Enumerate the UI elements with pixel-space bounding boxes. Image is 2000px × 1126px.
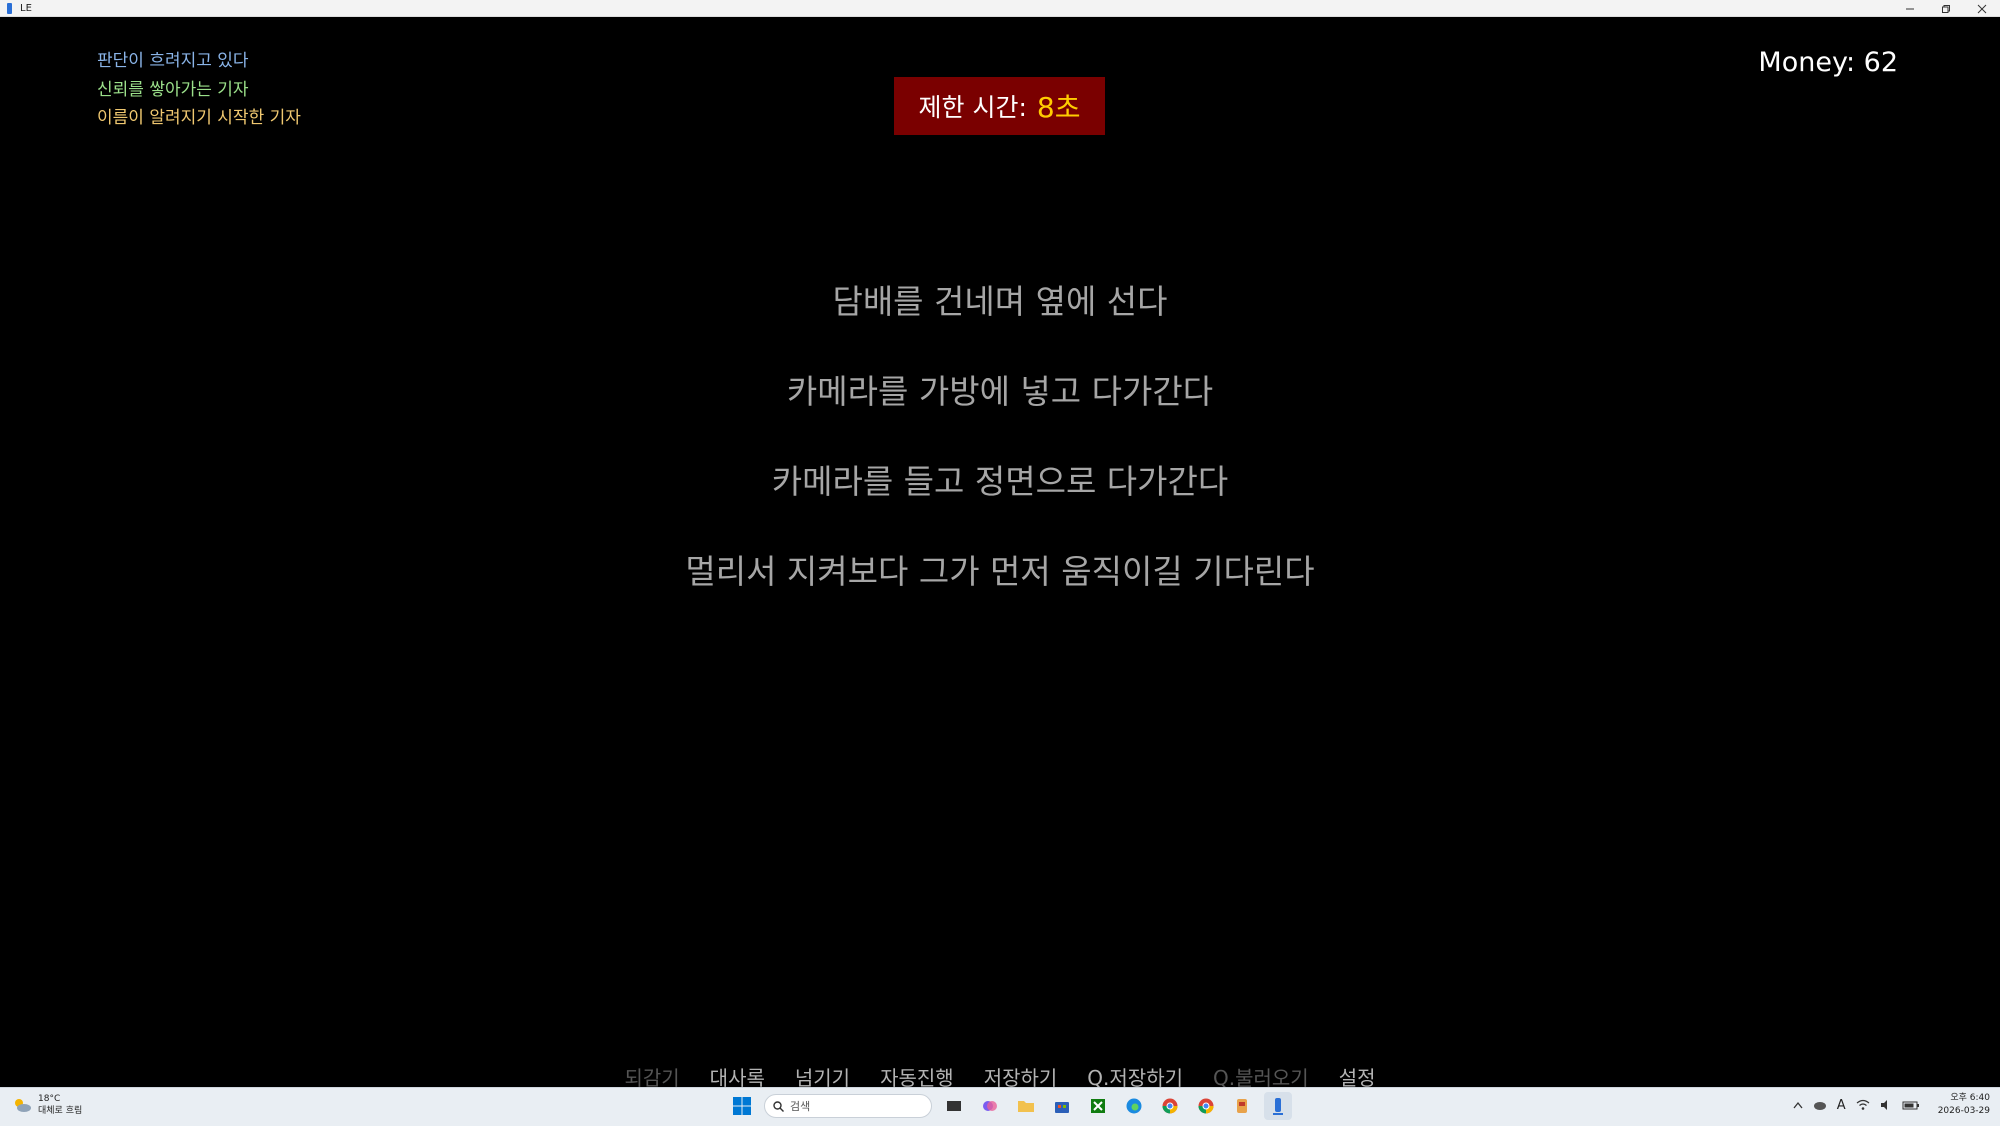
taskbar: 18°C 대체로 흐림 검색 A 오후 6:40 2026-03-29: [0, 1087, 2000, 1126]
game-screen: 판단이 흐려지고 있다신뢰를 쌓아가는 기자이름이 알려지기 시작한 기자 Mo…: [0, 17, 2000, 1090]
status-line: 판단이 흐려지고 있다: [97, 51, 249, 71]
volume-icon[interactable]: [1880, 1099, 1892, 1111]
money-counter: Money: 62: [1758, 47, 1898, 78]
chrome-icon: [1198, 1098, 1214, 1114]
app-icon: [5, 2, 15, 14]
file-explorer-button[interactable]: [1012, 1092, 1040, 1120]
choice-camera-in-bag[interactable]: 카메라를 가방에 넣고 다가간다: [787, 347, 1213, 437]
restore-icon: [1942, 4, 1950, 13]
time-limit-value: 8초: [1036, 91, 1081, 124]
time-limit-label: 제한 시간:: [918, 93, 1027, 122]
copilot-button[interactable]: [976, 1092, 1004, 1120]
taskbar-apps: 검색: [728, 1092, 1292, 1120]
chrome-button[interactable]: [1156, 1092, 1184, 1120]
weather-temp: 18°C: [38, 1094, 61, 1104]
clock-time: 오후 6:40: [1950, 1093, 1990, 1103]
restore-button[interactable]: [1928, 0, 1964, 17]
copilot-icon: [983, 1101, 997, 1111]
store-button[interactable]: [1048, 1092, 1076, 1120]
taskbar-search[interactable]: 검색: [764, 1094, 932, 1118]
search-icon: [773, 1100, 784, 1112]
windows-logo-icon: [733, 1097, 751, 1115]
game-app-button[interactable]: [1264, 1092, 1292, 1120]
time-limit-box: 제한 시간: 8초: [894, 77, 1105, 135]
system-tray: A 오후 6:40 2026-03-29: [1793, 1092, 1990, 1118]
settings-button[interactable]: 설정: [1339, 1062, 1376, 1090]
chrome-icon: [1162, 1098, 1178, 1114]
quick-menu: 되감기 대사록 넘기기 자동진행 저장하기 Q.저장하기 Q.불러오기 설정: [0, 1062, 2000, 1090]
app-button[interactable]: [1228, 1092, 1256, 1120]
weather-desc: 대체로 흐림: [38, 1106, 83, 1116]
wifi-icon[interactable]: [1856, 1099, 1870, 1111]
battery-icon[interactable]: [1902, 1099, 1920, 1111]
xbox-button[interactable]: [1084, 1092, 1112, 1120]
status-line: 이름이 알려지기 시작한 기자: [97, 108, 301, 128]
quick-save-button[interactable]: Q.저장하기: [1087, 1062, 1183, 1090]
minimize-icon: [1906, 8, 1914, 9]
choice-camera-front[interactable]: 카메라를 들고 정면으로 다가간다: [772, 437, 1229, 527]
choice-offer-cigarette[interactable]: 담배를 건네며 옆에 선다: [832, 257, 1167, 347]
window-controls: [1892, 0, 2000, 17]
ime-indicator[interactable]: A: [1837, 1098, 1846, 1113]
app-icon: [1237, 1099, 1247, 1113]
cloudy-weather-icon: [15, 1099, 31, 1112]
chrome-profile-button[interactable]: [1192, 1092, 1220, 1120]
skip-button[interactable]: 넘기기: [795, 1062, 850, 1090]
task-view-icon: [947, 1101, 961, 1111]
cloud-sync-icon[interactable]: [1813, 1099, 1827, 1111]
status-list: 판단이 흐려지고 있다신뢰를 쌓아가는 기자이름이 알려지기 시작한 기자: [97, 47, 301, 133]
rollback-button[interactable]: 되감기: [624, 1062, 679, 1090]
task-view-button[interactable]: [940, 1092, 968, 1120]
edge-icon: [1126, 1098, 1142, 1114]
clock[interactable]: 오후 6:40 2026-03-29: [1938, 1092, 1990, 1118]
window-titlebar: LE: [0, 0, 2000, 17]
window-title: LE: [20, 2, 32, 14]
game-app-icon: [1273, 1098, 1283, 1115]
store-icon: [1055, 1102, 1069, 1113]
auto-button[interactable]: 자동진행: [880, 1062, 954, 1090]
choice-wait-from-afar[interactable]: 멀리서 지켜보다 그가 먼저 움직이길 기다린다: [685, 527, 1314, 617]
close-button[interactable]: [1964, 0, 2000, 17]
quick-load-button[interactable]: Q.불러오기: [1213, 1062, 1309, 1090]
chevron-up-icon[interactable]: [1793, 1101, 1803, 1109]
clock-date: 2026-03-29: [1937, 1106, 1990, 1116]
weather-widget[interactable]: 18°C 대체로 흐림: [12, 1093, 82, 1117]
edge-button[interactable]: [1120, 1092, 1148, 1120]
xbox-icon: [1091, 1099, 1105, 1113]
start-button[interactable]: [728, 1092, 756, 1120]
choice-menu: 담배를 건네며 옆에 선다 카메라를 가방에 넣고 다가간다 카메라를 들고 정…: [0, 257, 2000, 617]
search-placeholder: 검색: [790, 1100, 811, 1113]
status-line: 신뢰를 쌓아가는 기자: [97, 79, 249, 100]
minimize-button[interactable]: [1892, 0, 1928, 17]
save-button[interactable]: 저장하기: [984, 1062, 1058, 1090]
folder-icon: [1018, 1101, 1034, 1112]
close-icon: [1977, 4, 1987, 13]
history-button[interactable]: 대사록: [710, 1062, 765, 1090]
